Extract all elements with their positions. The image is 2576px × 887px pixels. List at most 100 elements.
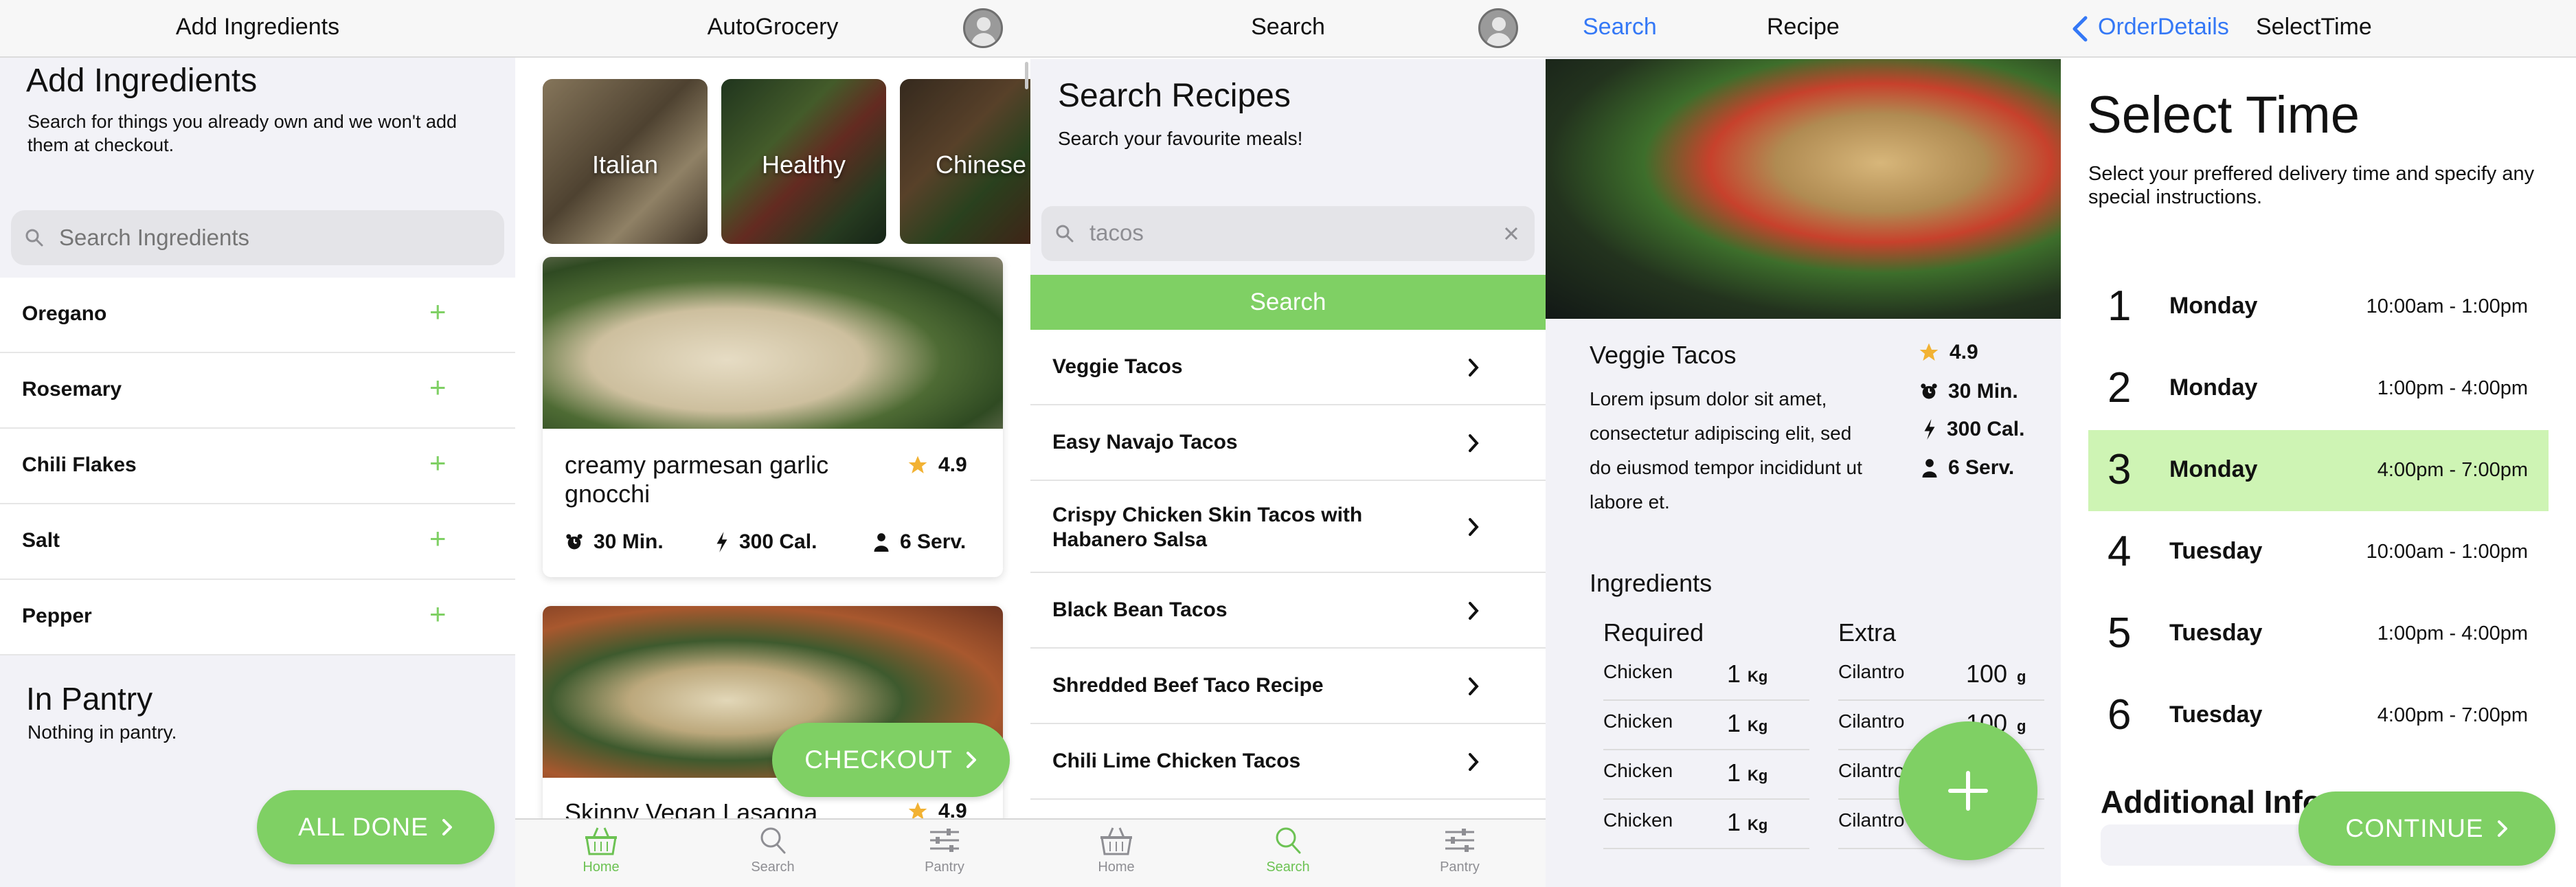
- time-slot[interactable]: 2 Monday 1:00pm - 4:00pm: [2088, 348, 2549, 429]
- search-button[interactable]: Search: [1030, 275, 1546, 330]
- slot-number: 5: [2108, 609, 2132, 657]
- category-card-healthy[interactable]: Healthy: [721, 79, 886, 244]
- result-title: Shredded Beef Taco Recipe: [1052, 674, 1324, 697]
- search-bar[interactable]: [11, 210, 504, 265]
- ingredient-name: Oregano: [22, 302, 107, 325]
- category-label: Healthy: [761, 150, 846, 179]
- plus-icon[interactable]: +: [429, 447, 447, 480]
- all-done-button[interactable]: ALL DONE: [257, 790, 495, 864]
- nav-title: Recipe: [1767, 14, 1840, 40]
- recipe-description: Lorem ipsum dolor sit amet, consectetur …: [1590, 388, 1862, 513]
- page-title: Add Ingredients: [26, 63, 258, 99]
- result-row[interactable]: Crispy Chicken Skin Tacos with Habanero …: [1030, 481, 1546, 573]
- slot-time: 1:00pm - 4:00pm: [2377, 377, 2528, 399]
- extra-header: Extra: [1838, 618, 1897, 647]
- plus-icon[interactable]: +: [429, 598, 447, 631]
- tab-home[interactable]: Home: [515, 825, 687, 875]
- recipe-servings: 6 Serv.: [872, 530, 966, 554]
- result-title: Veggie Tacos: [1052, 355, 1183, 378]
- avatar[interactable]: [1478, 8, 1518, 48]
- basket-icon: [585, 827, 617, 855]
- time-value: 30 Min.: [594, 530, 664, 553]
- result-row[interactable]: Easy Navajo Tacos: [1030, 405, 1546, 481]
- ingredient-name: Salt: [22, 529, 60, 552]
- search-icon: [760, 827, 786, 854]
- result-row[interactable]: Shredded Beef Taco Recipe: [1030, 649, 1546, 724]
- time-slot[interactable]: 4 Tuesday 10:00am - 1:00pm: [2088, 512, 2549, 593]
- ingredient-row[interactable]: Chili Flakes +: [0, 429, 515, 504]
- search-bar[interactable]: tacos: [1041, 206, 1535, 261]
- navigation-bar: Add Ingredients: [0, 0, 515, 58]
- navigation-bar: Search Recipe: [1546, 0, 2061, 58]
- time-slot[interactable]: 5 Tuesday 1:00pm - 4:00pm: [2088, 594, 2549, 675]
- result-row[interactable]: Black Bean Tacos: [1030, 573, 1546, 649]
- nav-title: Add Ingredients: [175, 14, 340, 40]
- clear-icon[interactable]: [1503, 225, 1519, 242]
- tab-pantry[interactable]: Pantry: [859, 825, 1030, 875]
- page-subtitle: Select your preffered delivery time and …: [2088, 163, 2535, 208]
- chevron-left-icon[interactable]: [2072, 15, 2088, 43]
- ingredient-row[interactable]: Rosemary +: [0, 353, 515, 429]
- select-time-screen: OrderDetails SelectTime Select Time Sele…: [2061, 0, 2576, 887]
- ingredient-row[interactable]: Oregano +: [0, 278, 515, 353]
- search-input[interactable]: [59, 218, 485, 257]
- plus-icon[interactable]: +: [429, 371, 447, 404]
- nav-title: SelectTime: [2256, 14, 2372, 40]
- tab-bar: Home Search Pantry: [1030, 818, 1546, 887]
- tab-label: Home: [1098, 860, 1135, 875]
- star-icon: [908, 456, 927, 473]
- recipe-card[interactable]: creamy parmesan garlic gnocchi 4.9 30 Mi…: [543, 257, 1003, 577]
- add-to-cart-fab[interactable]: [1899, 721, 2037, 860]
- plus-icon[interactable]: +: [429, 295, 447, 328]
- ingredient-row: Chicken 1 Kg: [1603, 709, 1809, 750]
- home-screen: AutoGrocery Italian Healthy Chinese crea…: [515, 0, 1030, 887]
- category-label: Chinese: [936, 150, 1027, 179]
- ingredient-row[interactable]: Salt +: [0, 504, 515, 580]
- page-subtitle: Search for things you already own and we…: [27, 111, 457, 155]
- avatar[interactable]: [963, 8, 1003, 48]
- additional-info-title: Additional Info: [2101, 784, 2322, 820]
- header-area: Add Ingredients Search for things you al…: [0, 59, 515, 199]
- navigation-bar: AutoGrocery: [515, 0, 1030, 58]
- time-slot[interactable]: 1 Monday 10:00am - 1:00pm: [2088, 267, 2549, 348]
- basket-icon: [1100, 827, 1132, 855]
- add-ingredients-screen: Add Ingredients Add Ingredients Search f…: [0, 0, 515, 887]
- ingredient-name: Cilantro: [1838, 809, 1905, 831]
- category-card-italian[interactable]: Italian: [543, 79, 708, 244]
- category-card-chinese[interactable]: Chinese: [900, 79, 1030, 244]
- tab-search[interactable]: Search: [687, 825, 859, 875]
- continue-button[interactable]: CONTINUE: [2298, 791, 2555, 866]
- recipe-servings: 6 Serv.: [1921, 456, 2014, 480]
- chevron-right-icon: [2497, 820, 2507, 837]
- back-button[interactable]: Search: [1583, 14, 1657, 41]
- result-row[interactable]: Veggie Tacos: [1030, 330, 1546, 405]
- ingredient-unit: Kg: [1748, 717, 1768, 734]
- back-button[interactable]: OrderDetails: [2098, 14, 2229, 41]
- time-slot[interactable]: 3 Monday 4:00pm - 7:00pm: [2088, 430, 2549, 511]
- plus-icon[interactable]: +: [429, 522, 447, 555]
- slot-day: Monday: [2169, 293, 2258, 319]
- tab-search[interactable]: Search: [1202, 825, 1374, 875]
- alarm-clock-icon: [1921, 383, 1937, 399]
- category-label: Italian: [591, 150, 659, 179]
- ingredient-name: Chicken: [1603, 760, 1673, 781]
- page-title: Select Time: [2087, 86, 2360, 144]
- chevron-right-icon: [442, 819, 452, 835]
- ingredient-qty: 1: [1727, 808, 1741, 836]
- ingredient-name: Chicken: [1603, 809, 1673, 831]
- search-input[interactable]: tacos: [1089, 220, 1144, 246]
- ingredient-name: Cilantro: [1838, 661, 1905, 682]
- chevron-right-icon: [1469, 753, 1479, 771]
- ingredient-row: Chicken 1 Kg: [1603, 759, 1809, 800]
- tab-pantry[interactable]: Pantry: [1374, 825, 1546, 875]
- result-row[interactable]: Chili Lime Chicken Tacos: [1030, 724, 1546, 800]
- recipe-card[interactable]: Skinny Vegan Lasagna 4.9: [543, 606, 1003, 833]
- time-slot[interactable]: 6 Tuesday 4:00pm - 7:00pm: [2088, 675, 2549, 756]
- tab-label: Search: [751, 860, 795, 875]
- tab-home[interactable]: Home: [1030, 825, 1202, 875]
- recipe-image: [543, 257, 1003, 429]
- checkout-button[interactable]: CHECKOUT: [772, 723, 1010, 797]
- recipe-calories: 300 Cal.: [714, 530, 817, 554]
- ingredient-row[interactable]: Pepper +: [0, 580, 515, 655]
- slot-day: Monday: [2169, 374, 2258, 401]
